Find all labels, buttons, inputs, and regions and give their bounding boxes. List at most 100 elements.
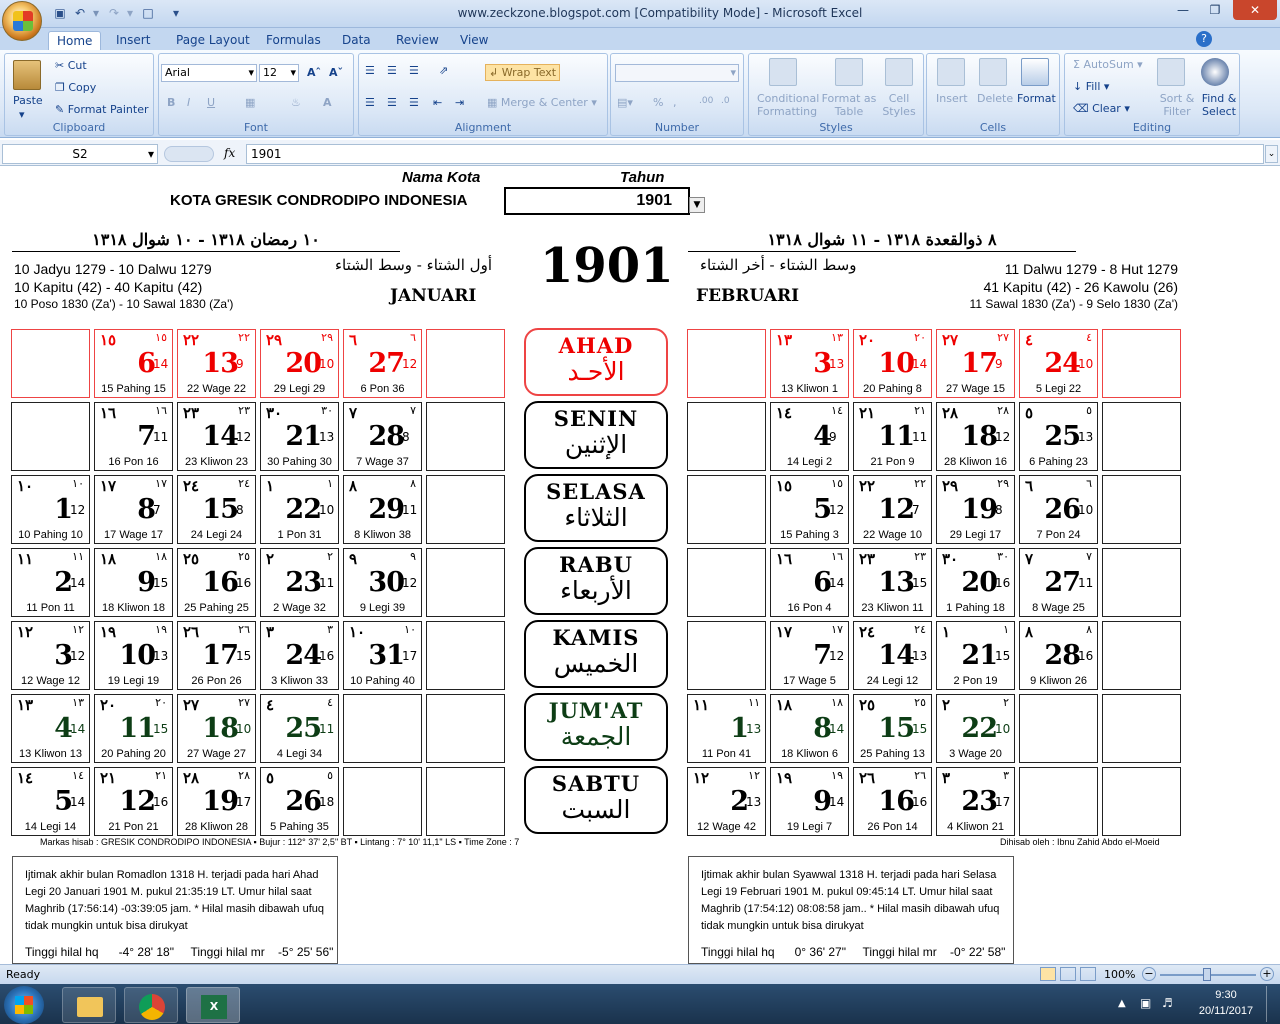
calendar-empty-cell[interactable] (687, 402, 766, 471)
calendar-empty-cell[interactable] (1102, 767, 1181, 836)
currency-icon[interactable]: ▤▾ (617, 96, 633, 109)
number-format-dropdown[interactable]: ▾ (615, 64, 739, 82)
calendar-day-cell[interactable]: ٨ ٨ 28 16 9 Kliwon 26 (1019, 621, 1098, 690)
calendar-day-cell[interactable]: ١ ١ 22 10 1 Pon 31 (260, 475, 339, 544)
redo-icon[interactable]: ↷ (106, 5, 122, 21)
calendar-empty-cell[interactable] (426, 694, 505, 763)
calendar-day-cell[interactable]: ١٤ ١٤ 5 14 14 Legi 14 (11, 767, 90, 836)
align-left-icon[interactable]: ☰ (365, 96, 375, 109)
page-break-view-icon[interactable] (1080, 967, 1096, 981)
calendar-day-cell[interactable]: ١٥ ١٥ 5 12 15 Pahing 3 (770, 475, 849, 544)
grow-font-icon[interactable]: Aˆ (307, 66, 321, 79)
bold-icon[interactable]: B (167, 96, 175, 109)
calendar-day-cell[interactable]: ١٠ ١٠ 1 12 10 Pahing 10 (11, 475, 90, 544)
format-painter-button[interactable]: ✎ Format Painter (55, 103, 149, 116)
calendar-day-cell[interactable]: ٢٨ ٢٨ 19 17 28 Kliwon 28 (177, 767, 256, 836)
comma-icon[interactable]: , (673, 96, 677, 109)
font-name-dropdown[interactable]: Arial ▾ (161, 64, 257, 82)
redo-dropdown-icon[interactable]: ▾ (122, 5, 138, 21)
align-bottom-icon[interactable]: ☰ (409, 64, 419, 77)
format-as-table-button[interactable]: Format as Table (821, 92, 877, 118)
calendar-empty-cell[interactable] (1102, 402, 1181, 471)
calendar-day-cell[interactable]: ٩ ٩ 30 12 9 Legi 39 (343, 548, 422, 617)
calendar-empty-cell[interactable] (426, 402, 505, 471)
calendar-empty-cell[interactable] (426, 548, 505, 617)
calendar-day-cell[interactable]: ٢٤ ٢٤ 15 8 24 Legi 24 (177, 475, 256, 544)
calendar-day-cell[interactable]: ٢ ٢ 23 11 2 Wage 32 (260, 548, 339, 617)
calendar-day-cell[interactable]: ١٢ ١٢ 2 13 12 Wage 42 (687, 767, 766, 836)
expand-formula-bar-icon[interactable]: ⌄ (1265, 145, 1278, 163)
calendar-day-cell[interactable]: ٥ ٥ 26 18 5 Pahing 35 (260, 767, 339, 836)
calendar-day-cell[interactable]: ١٠ ١٠ 31 17 10 Pahing 40 (343, 621, 422, 690)
calendar-empty-cell[interactable] (1102, 475, 1181, 544)
excel-taskbar-button[interactable]: X (186, 987, 240, 1023)
calendar-day-cell[interactable]: ١٢ ١٢ 3 12 12 Wage 12 (11, 621, 90, 690)
calendar-day-cell[interactable]: ١٦ ١٦ 6 14 16 Pon 4 (770, 548, 849, 617)
paste-dropdown-icon[interactable]: ▾ (19, 108, 25, 121)
percent-icon[interactable]: % (653, 96, 663, 109)
calendar-empty-cell[interactable] (1102, 548, 1181, 617)
calendar-day-cell[interactable]: ١٣ ١٣ 3 13 13 Kliwon 1 (770, 329, 849, 398)
calendar-day-cell[interactable]: ١٨ ١٨ 8 14 18 Kliwon 6 (770, 694, 849, 763)
explorer-taskbar-button[interactable] (62, 987, 116, 1023)
calendar-empty-cell[interactable] (1019, 767, 1098, 836)
wrap-text-button[interactable]: ↲ Wrap Text (485, 64, 561, 81)
decrease-decimal-icon[interactable]: .0 (721, 96, 730, 106)
undo-dropdown-icon[interactable]: ▾ (88, 5, 104, 21)
calendar-empty-cell[interactable] (1102, 621, 1181, 690)
show-desktop-button[interactable] (1266, 986, 1278, 1022)
calendar-day-cell[interactable]: ١٩ ١٩ 10 13 19 Legi 19 (94, 621, 173, 690)
calendar-day-cell[interactable]: ٢٢ ٢٢ 12 7 22 Wage 10 (853, 475, 932, 544)
calendar-empty-cell[interactable] (687, 548, 766, 617)
delete-cells-button[interactable]: Delete (977, 92, 1013, 105)
autosum-button[interactable]: Σ AutoSum ▾ (1073, 58, 1143, 71)
calendar-day-cell[interactable]: ٢٣ ٢٣ 14 12 23 Kliwon 23 (177, 402, 256, 471)
close-icon[interactable]: ✕ (1233, 0, 1277, 20)
calendar-day-cell[interactable]: ٣٠ ٣٠ 20 16 1 Pahing 18 (936, 548, 1015, 617)
find-select-button[interactable]: Find & Select (1199, 92, 1239, 118)
paste-icon[interactable] (13, 60, 41, 90)
tab-review[interactable]: Review (388, 31, 447, 51)
zoom-in-icon[interactable]: + (1260, 967, 1274, 981)
calendar-empty-cell[interactable] (1019, 694, 1098, 763)
calendar-day-cell[interactable]: ٢١ ٢١ 11 11 21 Pon 9 (853, 402, 932, 471)
align-middle-icon[interactable]: ☰ (387, 64, 397, 77)
copy-button[interactable]: ❐ Copy (55, 81, 96, 94)
customize-qat-icon[interactable]: ▾ (168, 5, 184, 21)
insert-cells-button[interactable]: Insert (936, 92, 968, 105)
calendar-day-cell[interactable]: ٢٢ ٢٢ 13 9 22 Wage 22 (177, 329, 256, 398)
calendar-day-cell[interactable]: ١٩ ١٩ 9 14 19 Legi 7 (770, 767, 849, 836)
calendar-day-cell[interactable]: ٢٣ ٢٣ 13 15 23 Kliwon 11 (853, 548, 932, 617)
zoom-level[interactable]: 100% (1104, 968, 1135, 981)
cell-styles-button[interactable]: Cell Styles (879, 92, 919, 118)
calendar-empty-cell[interactable] (687, 621, 766, 690)
formula-input[interactable]: 1901 (246, 144, 1264, 164)
calendar-day-cell[interactable]: ٢٩ ٢٩ 19 8 29 Legi 17 (936, 475, 1015, 544)
orientation-icon[interactable]: ⇗ (439, 64, 448, 77)
format-cells-button[interactable]: Format (1017, 92, 1056, 105)
network-icon[interactable]: ▣ (1140, 996, 1151, 1010)
start-button[interactable] (4, 986, 44, 1024)
decrease-indent-icon[interactable]: ⇤ (433, 96, 442, 109)
calendar-day-cell[interactable]: ٢٠ ٢٠ 10 14 20 Pahing 8 (853, 329, 932, 398)
calendar-empty-cell[interactable] (343, 767, 422, 836)
calendar-day-cell[interactable]: ٦ ٦ 27 12 6 Pon 36 (343, 329, 422, 398)
increase-indent-icon[interactable]: ⇥ (455, 96, 464, 109)
calendar-day-cell[interactable]: ٧ ٧ 27 11 8 Wage 25 (1019, 548, 1098, 617)
zoom-slider-thumb[interactable] (1203, 968, 1211, 981)
align-right-icon[interactable]: ☰ (409, 96, 419, 109)
page-layout-view-icon[interactable] (1060, 967, 1076, 981)
maximize-icon[interactable]: ❐ (1200, 0, 1230, 20)
calendar-day-cell[interactable]: ١ ١ 21 15 2 Pon 19 (936, 621, 1015, 690)
calendar-day-cell[interactable]: ٢٦ ٢٦ 16 16 26 Pon 14 (853, 767, 932, 836)
calendar-day-cell[interactable]: ٢٤ ٢٤ 14 13 24 Legi 12 (853, 621, 932, 690)
calendar-day-cell[interactable]: ٢٠ ٢٠ 11 15 20 Pahing 20 (94, 694, 173, 763)
calendar-day-cell[interactable]: ٤ ٤ 25 11 4 Legi 34 (260, 694, 339, 763)
font-size-dropdown[interactable]: 12 ▾ (259, 64, 299, 82)
calendar-day-cell[interactable]: ٢ ٢ 22 10 3 Wage 20 (936, 694, 1015, 763)
calendar-empty-cell[interactable] (426, 475, 505, 544)
calendar-day-cell[interactable]: ١١ ١١ 1 13 11 Pon 41 (687, 694, 766, 763)
calendar-day-cell[interactable]: ٢١ ٢١ 12 16 21 Pon 21 (94, 767, 173, 836)
tab-formulas[interactable]: Formulas (258, 31, 329, 51)
borders-icon[interactable]: ▦ (245, 96, 255, 109)
